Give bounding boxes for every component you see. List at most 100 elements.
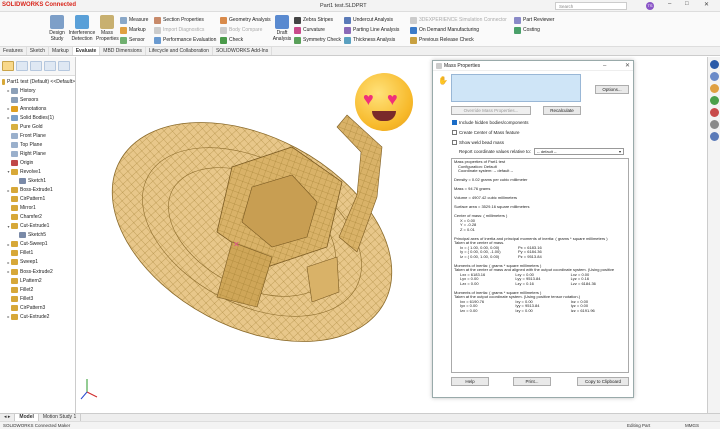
section-properties-button[interactable]: Section Properties (154, 15, 216, 25)
checkbox-box[interactable] (452, 140, 457, 145)
coordinate-system-select[interactable]: -- default -- ▾ (534, 148, 625, 155)
costing-button[interactable]: Costing (514, 25, 554, 35)
tab-features[interactable]: Features (0, 47, 27, 55)
tree-item[interactable]: Fillet3 (0, 294, 75, 303)
part-reviewer-button[interactable]: Part Reviewer (514, 15, 554, 25)
design-study-button[interactable]: Design Study (46, 15, 68, 42)
configuration-manager-tab-icon[interactable] (30, 61, 42, 71)
tab-motion-study[interactable]: Motion Study 1 (39, 414, 82, 421)
previous-release-check-button[interactable]: Previous Release Check (410, 35, 507, 45)
tree-item[interactable]: Pure Gold (0, 122, 75, 131)
manufacturing-icon (410, 26, 417, 34)
tree-item[interactable]: ▸ Annotations (0, 104, 75, 113)
include-hidden-checkbox[interactable]: Include hidden bodies/components (452, 120, 529, 125)
mass-properties-button[interactable]: Mass Properties (96, 15, 119, 42)
status-units[interactable]: MMGS (685, 422, 699, 429)
tree-item[interactable]: ▸ Sweep1 (0, 258, 75, 267)
simulation-connector-button[interactable]: 3DEXPERIENCE Simulation Connector (410, 15, 507, 25)
tree-item[interactable]: ▸ Cut-Extrude2 (0, 312, 75, 321)
help-button[interactable]: Help (451, 377, 489, 386)
interference-detection-button[interactable]: Interference Detection (68, 15, 96, 42)
undercut-analysis-button[interactable]: Undercut Analysis (344, 15, 399, 25)
tab-sketch[interactable]: Sketch (27, 47, 50, 55)
tree-item[interactable]: Top Plane (0, 140, 75, 149)
tree-item[interactable]: Fillet2 (0, 285, 75, 294)
tab-addins[interactable]: SOLIDWORKS Add-Ins (213, 47, 273, 55)
tree-item[interactable]: Right Plane (0, 149, 75, 158)
recalculate-button[interactable]: Recalculate (543, 106, 581, 115)
design-library-icon[interactable] (709, 84, 719, 93)
maximize-button[interactable]: □ (685, 1, 689, 7)
tree-item[interactable]: ▾ Cut-Extrude1 (0, 222, 75, 231)
tree-item[interactable]: CirPattern1 (0, 195, 75, 204)
tab-markup[interactable]: Markup (49, 47, 73, 55)
tree-item[interactable]: Chamfer2 (0, 213, 75, 222)
tab-evaluate[interactable]: Evaluate (72, 47, 101, 55)
tree-item[interactable]: Sketch1 (0, 177, 75, 186)
markup-button[interactable]: Markup (120, 25, 148, 35)
close-button[interactable]: ✕ (704, 1, 709, 8)
tree-item[interactable]: Sensors (0, 95, 75, 104)
search-input[interactable]: Search (555, 2, 627, 10)
on-demand-manufacturing-button[interactable]: On Demand Manufacturing (410, 25, 507, 35)
print-button[interactable]: Print... (513, 377, 551, 386)
tree-item-label: Top Plane (20, 141, 43, 148)
tree-item[interactable]: Mirror1 (0, 204, 75, 213)
performance-evaluation-button[interactable]: Performance Evaluation (154, 35, 216, 45)
home-icon[interactable] (709, 60, 719, 69)
tree-item[interactable]: ▸ Boss-Extrude1 (0, 186, 75, 195)
tab-model[interactable]: Model (15, 414, 39, 421)
minimize-button[interactable]: – (668, 1, 671, 7)
show-weld-checkbox[interactable]: Show weld bead mass (452, 140, 504, 145)
feature-icon (11, 277, 18, 284)
import-diagnostics-button[interactable]: Import Diagnostics (154, 25, 216, 35)
options-button[interactable]: Options... (595, 85, 629, 94)
custom-properties-icon[interactable] (709, 132, 719, 141)
file-explorer-icon[interactable] (709, 96, 719, 105)
display-manager-tab-icon[interactable] (58, 61, 70, 71)
checkbox-box[interactable] (452, 130, 457, 135)
tree-item[interactable]: LPattern2 (0, 276, 75, 285)
draft-analysis-button[interactable]: Draft Analysis (272, 15, 292, 42)
tree-item[interactable]: ▸ Cut-Sweep1 (0, 240, 75, 249)
symmetry-check-button[interactable]: Symmetry Check (294, 35, 341, 45)
checkbox-box[interactable] (452, 120, 457, 125)
tree-item[interactable]: ▾ Revolve1 (0, 167, 75, 176)
zebra-stripes-button[interactable]: Zebra Stripes (294, 15, 341, 25)
heart-right-icon: ♥ (387, 89, 398, 109)
property-manager-tab-icon[interactable] (16, 61, 28, 71)
sensor-button[interactable]: Sensor (120, 35, 148, 45)
tree-item[interactable]: Sketch5 (0, 231, 75, 240)
tree-item[interactable]: ▸ Boss-Extrude2 (0, 267, 75, 276)
curvature-button[interactable]: Curvature (294, 25, 341, 35)
tree-item[interactable]: Part1 test (Default) <<Default> (0, 77, 75, 86)
results-text-area[interactable]: Mass properties of Part1 test Configurat… (451, 158, 629, 373)
dimxpert-tab-icon[interactable] (44, 61, 56, 71)
view-palette-icon[interactable] (709, 108, 719, 117)
thickness-analysis-button[interactable]: Thickness Analysis (344, 35, 399, 45)
tree-item[interactable]: ▸ Solid Bodies(1) (0, 113, 75, 122)
tree-item[interactable]: CirPattern3 (0, 303, 75, 312)
dialog-close-button[interactable]: ✕ (625, 61, 630, 71)
copy-to-clipboard-button[interactable]: Copy to Clipboard (577, 377, 629, 386)
selection-box[interactable] (451, 74, 581, 102)
resources-icon[interactable] (709, 72, 719, 81)
check-button[interactable]: Check (220, 35, 271, 45)
tree-item[interactable]: ▸ History (0, 86, 75, 95)
nav-arrows[interactable]: ◂ ▸ (0, 414, 16, 421)
override-mass-properties-button[interactable]: Override Mass Properties... (451, 106, 531, 115)
measure-button[interactable]: Measure (120, 15, 148, 25)
appearances-icon[interactable] (709, 120, 719, 129)
create-com-checkbox[interactable]: Create Center of Mass feature (452, 130, 520, 135)
feature-manager-tab-icon[interactable] (2, 61, 14, 71)
parting-line-analysis-button[interactable]: Parting Line Analysis (344, 25, 399, 35)
tab-mbd-dimensions[interactable]: MBD Dimensions (100, 47, 146, 55)
body-compare-button[interactable]: Body Compare (220, 25, 271, 35)
tree-item[interactable]: Front Plane (0, 131, 75, 140)
tree-item[interactable]: Origin (0, 158, 75, 167)
dialog-minimize-button[interactable]: – (603, 61, 606, 71)
tab-lifecycle[interactable]: Lifecycle and Collaboration (146, 47, 213, 55)
avatar[interactable]: TS (646, 2, 654, 10)
tree-item[interactable]: Fillet1 (0, 249, 75, 258)
geometry-analysis-button[interactable]: Geometry Analysis (220, 15, 271, 25)
